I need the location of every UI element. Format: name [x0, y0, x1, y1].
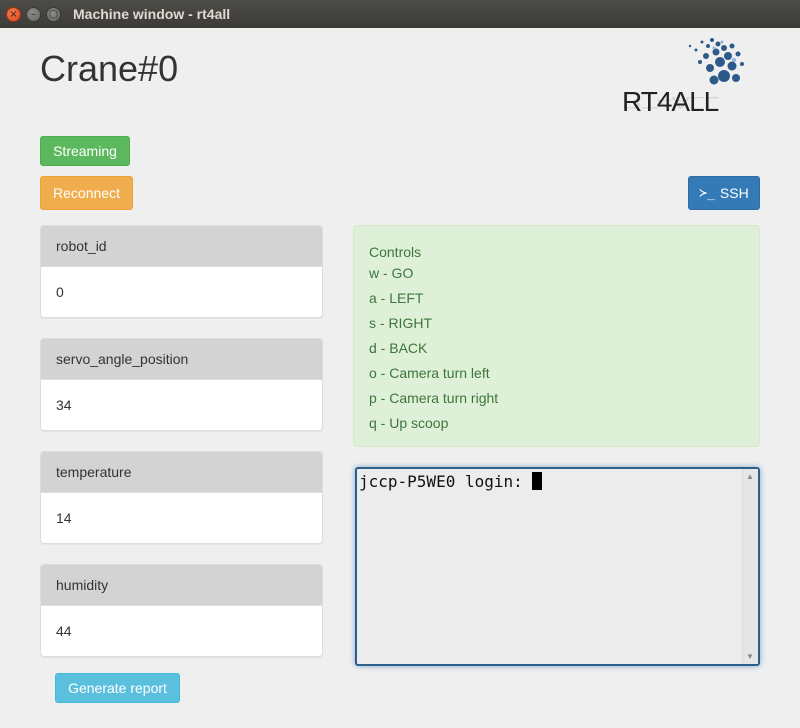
panel-value: 0: [56, 284, 64, 300]
panel-temperature: temperature 14: [40, 451, 323, 544]
control-item: s - RIGHT: [369, 315, 432, 331]
rt4all-logo: RT4ALL RT4ALL: [618, 36, 746, 132]
scroll-down-icon[interactable]: ▼: [746, 652, 754, 661]
panel-heading: servo_angle_position: [41, 339, 322, 380]
control-item: a - LEFT: [369, 290, 424, 306]
terminal-cursor: [532, 472, 543, 490]
terminal-output[interactable]: jccp-P5WE0 login:: [359, 472, 543, 491]
control-item: q - Up scoop: [369, 415, 449, 431]
control-item: d - BACK: [369, 340, 428, 356]
panel-value: 34: [56, 397, 72, 413]
minimize-icon: –: [31, 8, 36, 20]
close-icon: ×: [9, 8, 18, 20]
panel-heading: temperature: [41, 452, 322, 493]
controls-alert: Controls w - GO a - LEFT s - RIGHT d - B…: [353, 225, 760, 447]
terminal-prompt-icon: ≻_: [699, 185, 715, 201]
panel-servo-angle-position: servo_angle_position 34: [40, 338, 323, 431]
panel-robot-id: robot_id 0: [40, 225, 323, 318]
page-title: Crane#0: [40, 48, 179, 89]
panel-heading: robot_id: [41, 226, 322, 267]
ssh-button-label: SSH: [719, 185, 749, 201]
main-content: Crane#0 RT4ALL RT4ALL Streaming Reconnec…: [0, 28, 800, 728]
streaming-button[interactable]: Streaming: [40, 136, 130, 166]
scroll-up-icon[interactable]: ▲: [746, 472, 754, 481]
controls-title: Controls: [369, 244, 422, 260]
logo-reflection: RT4ALL: [622, 93, 719, 112]
maximize-icon: ▢: [48, 8, 59, 20]
window-titlebar: × – ▢ Machine window - rt4all: [0, 0, 800, 28]
panel-value: 14: [56, 510, 72, 526]
minimize-window-button[interactable]: –: [26, 7, 41, 22]
ssh-button[interactable]: ≻_ SSH: [688, 176, 760, 210]
panel-humidity: humidity 44: [40, 564, 323, 657]
panel-value: 44: [56, 623, 72, 639]
panel-heading: humidity: [41, 565, 322, 606]
maximize-window-button[interactable]: ▢: [46, 7, 61, 22]
terminal-scrollbar[interactable]: ▲ ▼: [742, 469, 758, 664]
generate-report-button[interactable]: Generate report: [55, 673, 180, 703]
control-item: o - Camera turn left: [369, 365, 490, 381]
control-item: w - GO: [369, 265, 414, 281]
window-title: Machine window - rt4all: [73, 6, 231, 22]
control-item: p - Camera turn right: [369, 390, 499, 406]
ssh-terminal[interactable]: jccp-P5WE0 login: ▲ ▼: [355, 467, 760, 666]
terminal-text: jccp-P5WE0 login:: [359, 472, 533, 491]
close-window-button[interactable]: ×: [6, 7, 21, 22]
reconnect-button[interactable]: Reconnect: [40, 176, 133, 210]
